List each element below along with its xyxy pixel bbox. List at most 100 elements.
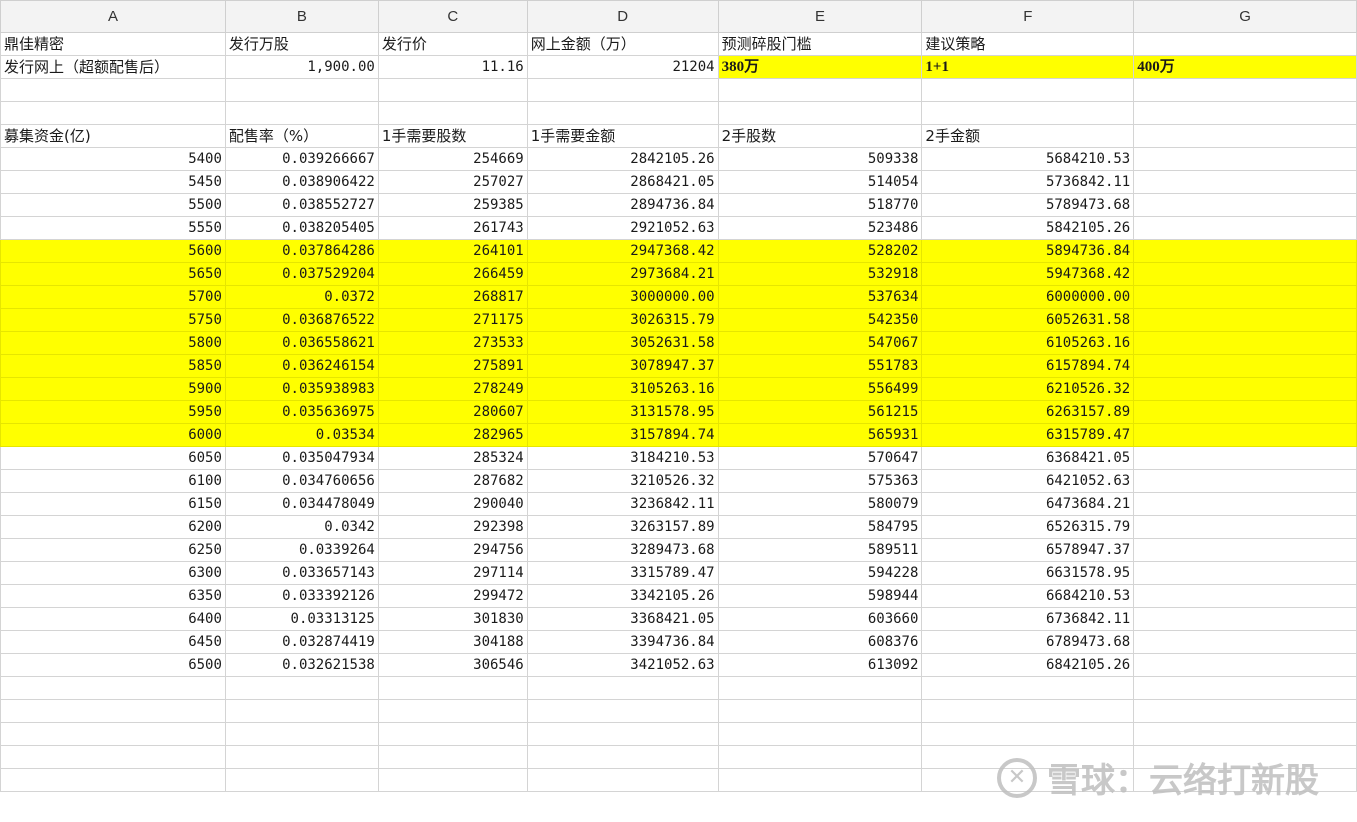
table-cell-b[interactable]: 0.033392126 xyxy=(224,584,379,608)
table-cell-c[interactable]: 297114 xyxy=(377,561,528,585)
table-cell-d[interactable]: 2947368.42 xyxy=(526,239,719,263)
cell-f2[interactable]: 1+1 xyxy=(921,55,1135,79)
empty-cell[interactable] xyxy=(717,768,923,792)
empty-cell[interactable] xyxy=(1133,699,1357,723)
cell-g2[interactable]: 400万 xyxy=(1133,55,1357,79)
column-header-d[interactable]: D xyxy=(526,0,719,33)
table-cell-c[interactable]: 304188 xyxy=(377,630,528,654)
empty-cell[interactable] xyxy=(921,101,1135,125)
table-cell-c[interactable]: 290040 xyxy=(377,492,528,516)
empty-cell[interactable] xyxy=(1133,239,1357,263)
table-cell-d[interactable]: 2921052.63 xyxy=(526,216,719,240)
table-cell-a[interactable]: 5900 xyxy=(0,377,226,401)
table-cell-e[interactable]: 518770 xyxy=(717,193,923,217)
header-cell-allotment-rate[interactable]: 配售率（%） xyxy=(224,124,379,148)
table-cell-c[interactable]: 287682 xyxy=(377,469,528,493)
table-cell-e[interactable]: 542350 xyxy=(717,308,923,332)
table-cell-e[interactable]: 547067 xyxy=(717,331,923,355)
table-cell-b[interactable]: 0.039266667 xyxy=(224,147,379,171)
empty-cell[interactable] xyxy=(1133,193,1357,217)
table-cell-d[interactable]: 3078947.37 xyxy=(526,354,719,378)
empty-cell[interactable] xyxy=(717,699,923,723)
table-cell-d[interactable]: 3289473.68 xyxy=(526,538,719,562)
table-cell-f[interactable]: 5736842.11 xyxy=(921,170,1135,194)
empty-cell[interactable] xyxy=(1133,354,1357,378)
empty-cell[interactable] xyxy=(1133,377,1357,401)
table-cell-b[interactable]: 0.036876522 xyxy=(224,308,379,332)
empty-cell[interactable] xyxy=(224,78,379,102)
table-cell-a[interactable]: 5600 xyxy=(0,239,226,263)
table-cell-c[interactable]: 294756 xyxy=(377,538,528,562)
table-cell-e[interactable]: 537634 xyxy=(717,285,923,309)
empty-cell[interactable] xyxy=(1133,400,1357,424)
table-cell-b[interactable]: 0.03313125 xyxy=(224,607,379,631)
empty-cell[interactable] xyxy=(1133,423,1357,447)
table-cell-f[interactable]: 6526315.79 xyxy=(921,515,1135,539)
table-cell-e[interactable]: 514054 xyxy=(717,170,923,194)
cell-b1[interactable]: 发行万股 xyxy=(224,32,379,56)
table-cell-d[interactable]: 3157894.74 xyxy=(526,423,719,447)
table-cell-e[interactable]: 613092 xyxy=(717,653,923,677)
empty-cell[interactable] xyxy=(1133,170,1357,194)
empty-cell[interactable] xyxy=(1133,446,1357,470)
table-cell-c[interactable]: 282965 xyxy=(377,423,528,447)
table-cell-a[interactable]: 6100 xyxy=(0,469,226,493)
empty-cell[interactable] xyxy=(0,722,226,746)
table-cell-d[interactable]: 3421052.63 xyxy=(526,653,719,677)
empty-cell[interactable] xyxy=(526,768,719,792)
empty-cell[interactable] xyxy=(224,768,379,792)
table-cell-d[interactable]: 2973684.21 xyxy=(526,262,719,286)
empty-cell[interactable] xyxy=(1133,78,1357,102)
table-cell-c[interactable]: 261743 xyxy=(377,216,528,240)
table-cell-b[interactable]: 0.034478049 xyxy=(224,492,379,516)
empty-cell[interactable] xyxy=(1133,676,1357,700)
table-cell-c[interactable]: 273533 xyxy=(377,331,528,355)
table-cell-e[interactable]: 580079 xyxy=(717,492,923,516)
table-cell-c[interactable]: 306546 xyxy=(377,653,528,677)
table-cell-f[interactable]: 6736842.11 xyxy=(921,607,1135,631)
table-cell-c[interactable]: 266459 xyxy=(377,262,528,286)
empty-cell[interactable] xyxy=(1133,538,1357,562)
empty-cell[interactable] xyxy=(0,78,226,102)
table-cell-e[interactable]: 532918 xyxy=(717,262,923,286)
empty-cell[interactable] xyxy=(1133,124,1357,148)
table-cell-b[interactable]: 0.035636975 xyxy=(224,400,379,424)
table-cell-c[interactable]: 280607 xyxy=(377,400,528,424)
table-cell-f[interactable]: 6315789.47 xyxy=(921,423,1135,447)
table-cell-d[interactable]: 3184210.53 xyxy=(526,446,719,470)
table-cell-f[interactable]: 5789473.68 xyxy=(921,193,1135,217)
table-cell-c[interactable]: 285324 xyxy=(377,446,528,470)
empty-cell[interactable] xyxy=(1133,722,1357,746)
header-cell-lot1-shares[interactable]: 1手需要股数 xyxy=(377,124,528,148)
table-cell-c[interactable]: 299472 xyxy=(377,584,528,608)
empty-cell[interactable] xyxy=(1133,768,1357,792)
table-cell-c[interactable]: 278249 xyxy=(377,377,528,401)
empty-cell[interactable] xyxy=(1133,308,1357,332)
table-cell-e[interactable]: 509338 xyxy=(717,147,923,171)
table-cell-a[interactable]: 5850 xyxy=(0,354,226,378)
table-cell-c[interactable]: 275891 xyxy=(377,354,528,378)
table-cell-a[interactable]: 5550 xyxy=(0,216,226,240)
column-header-a[interactable]: A xyxy=(0,0,226,33)
table-cell-f[interactable]: 6368421.05 xyxy=(921,446,1135,470)
cell-a1[interactable]: 鼎佳精密 xyxy=(0,32,226,56)
table-cell-e[interactable]: 603660 xyxy=(717,607,923,631)
table-cell-f[interactable]: 5947368.42 xyxy=(921,262,1135,286)
table-cell-e[interactable]: 598944 xyxy=(717,584,923,608)
table-cell-b[interactable]: 0.0342 xyxy=(224,515,379,539)
table-cell-a[interactable]: 5650 xyxy=(0,262,226,286)
table-cell-e[interactable]: 528202 xyxy=(717,239,923,263)
table-cell-f[interactable]: 6263157.89 xyxy=(921,400,1135,424)
table-cell-a[interactable]: 5700 xyxy=(0,285,226,309)
empty-cell[interactable] xyxy=(224,699,379,723)
table-cell-f[interactable]: 6105263.16 xyxy=(921,331,1135,355)
empty-cell[interactable] xyxy=(224,745,379,769)
table-cell-d[interactable]: 3000000.00 xyxy=(526,285,719,309)
table-cell-b[interactable]: 0.037529204 xyxy=(224,262,379,286)
table-cell-a[interactable]: 6400 xyxy=(0,607,226,631)
table-cell-e[interactable]: 523486 xyxy=(717,216,923,240)
empty-cell[interactable] xyxy=(1133,262,1357,286)
table-cell-b[interactable]: 0.0372 xyxy=(224,285,379,309)
empty-cell[interactable] xyxy=(377,745,528,769)
table-cell-d[interactable]: 3342105.26 xyxy=(526,584,719,608)
